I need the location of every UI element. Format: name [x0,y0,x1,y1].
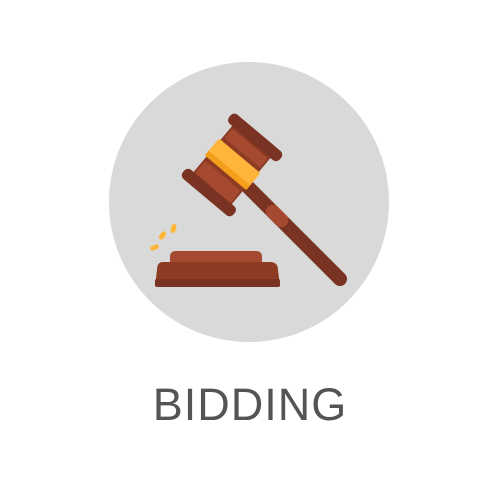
page-title: BIDDING [152,379,348,430]
icon-background-circle [109,62,389,342]
sound-block [155,251,280,287]
bidding-tile: BIDDING [0,0,500,500]
